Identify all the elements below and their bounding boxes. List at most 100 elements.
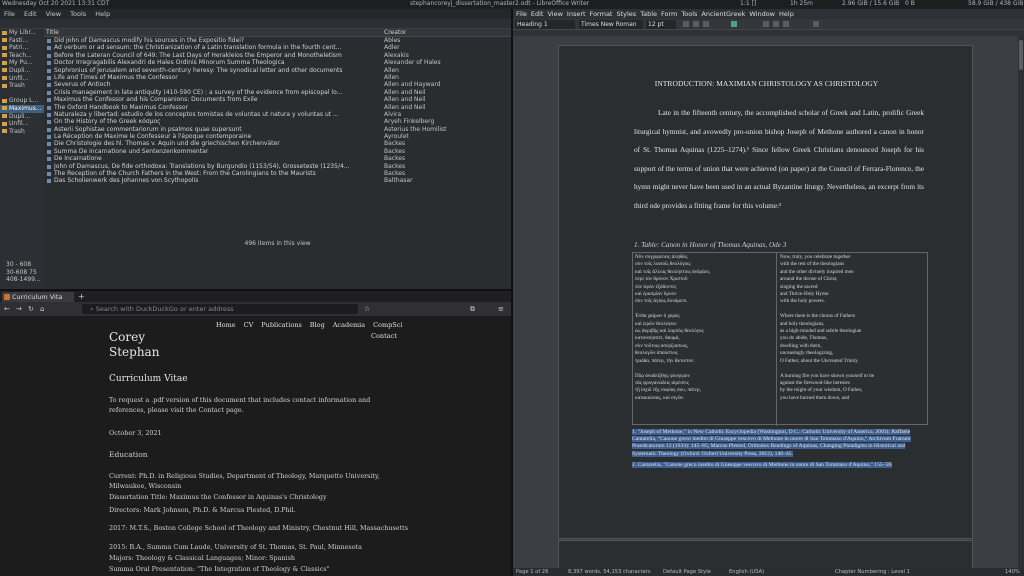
- item-row[interactable]: John of Damascus, De fide orthodoxa: Tra…: [44, 163, 511, 170]
- item-row[interactable]: Asterii Sophistae commentariorum in psal…: [44, 126, 511, 133]
- vertical-scrollbar[interactable]: [1018, 36, 1024, 568]
- align-left-icon[interactable]: [763, 21, 769, 27]
- nav-publications[interactable]: Publications: [261, 321, 302, 329]
- item-row[interactable]: Before the Lateran Council of 649: The L…: [44, 52, 511, 59]
- nav-cv[interactable]: CV: [244, 321, 254, 329]
- back-icon[interactable]: ←: [4, 304, 10, 314]
- uptime: 1h 25m: [790, 0, 814, 7]
- styles-icon[interactable]: [731, 21, 737, 27]
- menu-icon[interactable]: ≡: [498, 304, 504, 314]
- home-icon[interactable]: ⌂: [40, 304, 44, 314]
- menu-insert[interactable]: Insert: [567, 10, 586, 18]
- menu-view[interactable]: View: [547, 10, 562, 18]
- ruler[interactable]: [513, 30, 1024, 36]
- folder-icon: [2, 60, 7, 65]
- item-row[interactable]: La Réception de Maxime le Confesseur à l…: [44, 133, 511, 140]
- url-bar[interactable]: ⌕ Search with DuckDuckGo or enter addres…: [82, 304, 358, 314]
- language[interactable]: English (USA): [729, 568, 764, 576]
- tab-curriculum-vitae[interactable]: Curriculum Vita: [2, 292, 74, 302]
- underline-icon[interactable]: [703, 21, 709, 27]
- menu-tools[interactable]: Tools: [70, 10, 86, 18]
- collection-item[interactable]: Trash: [0, 128, 44, 136]
- canon-table[interactable]: Νῦν συγχορεύεις ἀληθῶς σὺν τοῖς λοιποῖς …: [632, 252, 928, 426]
- item-row[interactable]: Crisis management in late antiquity (410…: [44, 89, 511, 96]
- menu-form[interactable]: Form: [661, 10, 677, 18]
- column-creator-header[interactable]: Creator: [384, 29, 406, 37]
- menu-help[interactable]: Help: [95, 10, 110, 18]
- item-row[interactable]: Die Christologie des hl. Thomas v. Aquin…: [44, 140, 511, 147]
- align-right-icon[interactable]: [783, 21, 789, 27]
- collection-item[interactable]: Trash: [0, 82, 44, 90]
- collection-label: Trash: [9, 82, 25, 90]
- font-name-select[interactable]: Times New Roman: [579, 20, 643, 29]
- align-center-icon[interactable]: [773, 21, 779, 27]
- menu-edit[interactable]: Edit: [24, 10, 37, 18]
- collection-item[interactable]: Fasti...: [0, 37, 44, 45]
- menu-table[interactable]: Table: [640, 10, 657, 18]
- list-icon[interactable]: [813, 21, 819, 27]
- menu-styles[interactable]: Styles: [616, 10, 636, 18]
- nav-home[interactable]: Home: [216, 321, 236, 329]
- menu-ancientgreek[interactable]: AncientGreek: [701, 10, 745, 18]
- item-row[interactable]: Summa De incarnatione und Sentenzenkomme…: [44, 148, 511, 155]
- item-type-icon: [47, 98, 51, 103]
- item-row[interactable]: Naturaleza y libertad: estudio de los co…: [44, 111, 511, 118]
- collection-item[interactable]: Teach...: [0, 52, 44, 60]
- collection-item[interactable]: Patri...: [0, 44, 44, 52]
- forward-icon[interactable]: →: [16, 304, 22, 314]
- document-page[interactable]: INTRODUCTION: MAXIMIAN CHRISTOLOGY AS CH…: [558, 45, 973, 539]
- menu-view[interactable]: View: [46, 10, 61, 18]
- collection-item[interactable]: My Libr...: [0, 29, 44, 37]
- collection-item[interactable]: My Pu...: [0, 59, 44, 67]
- italic-icon[interactable]: [693, 21, 699, 27]
- item-row[interactable]: Sophronius of Jerusalem and seventh-cent…: [44, 67, 511, 74]
- browser-window: Curriculum Vita + ← → ↻ ⌂ ⌕ Search with …: [0, 291, 511, 576]
- scrollbar-thumb[interactable]: [1019, 40, 1023, 70]
- item-title: Ad verbum or ad sensum: the Christianiza…: [54, 44, 342, 52]
- body-paragraph[interactable]: Late in the fifteenth century, the accom…: [634, 104, 924, 216]
- nav-blog[interactable]: Blog: [310, 321, 325, 329]
- nav-contact[interactable]: Contact: [371, 332, 397, 340]
- paragraph-style-select[interactable]: Heading 1: [515, 20, 575, 29]
- menu-help[interactable]: Help: [779, 10, 794, 18]
- menu-file[interactable]: File: [516, 10, 527, 18]
- collection-item[interactable]: Unfil...: [0, 75, 44, 83]
- zotero-toolbar: [0, 19, 511, 29]
- font-size-select[interactable]: 12 pt: [646, 20, 676, 29]
- footnotes[interactable]: 1. "Joseph of Methone," in New Catholic …: [632, 429, 928, 473]
- folder-icon: [2, 30, 7, 35]
- column-title-header[interactable]: Title: [46, 29, 59, 37]
- collection-item[interactable]: Dupli...: [0, 67, 44, 75]
- collection-item[interactable]: [0, 90, 44, 98]
- reload-icon[interactable]: ↻: [28, 304, 34, 314]
- bookmark-icon[interactable]: ☆: [364, 304, 370, 314]
- collection-item[interactable]: Dupli...: [0, 113, 44, 121]
- item-row[interactable]: De Incarnatione Backes: [44, 155, 511, 162]
- collection-item[interactable]: Group L...: [0, 97, 44, 105]
- summa-presentation: Summa Oral Presentation: "The Integratio…: [109, 565, 330, 573]
- item-row[interactable]: Ad verbum or ad sensum: the Christianiza…: [44, 44, 511, 51]
- item-row[interactable]: Life and Times of Maximus the Confessor A…: [44, 74, 511, 81]
- site-title[interactable]: Corey Stephan: [109, 330, 159, 360]
- menu-format[interactable]: Format: [590, 10, 613, 18]
- new-tab-icon[interactable]: +: [78, 292, 85, 302]
- item-row[interactable]: The Oxford Handbook to Maximus Confessor…: [44, 104, 511, 111]
- collection-item[interactable]: Maximus...: [0, 104, 44, 113]
- item-row[interactable]: The Reception of the Church Fathers in t…: [44, 170, 511, 177]
- collection-item[interactable]: Unfil...: [0, 120, 44, 128]
- bold-icon[interactable]: [683, 21, 689, 27]
- menu-window[interactable]: Window: [749, 10, 775, 18]
- menu-tools[interactable]: Tools: [681, 10, 697, 18]
- item-row[interactable]: Doctor Irregragabilis Alexandri de Hales…: [44, 59, 511, 66]
- menu-file[interactable]: File: [4, 10, 15, 18]
- item-row[interactable]: On the History of the Greek κόσμος Aryeh …: [44, 118, 511, 125]
- extensions-icon[interactable]: ⧉: [470, 304, 475, 314]
- nav-compsci[interactable]: CompSci: [373, 321, 402, 329]
- item-row[interactable]: Maximus the Confessor and his Companions…: [44, 96, 511, 103]
- menu-edit[interactable]: Edit: [531, 10, 544, 18]
- item-row[interactable]: Das Scholienwerk des Johannes von Scytho…: [44, 177, 511, 184]
- item-row[interactable]: Severus of Antioch Allen and Hayward: [44, 81, 511, 88]
- nav-academia[interactable]: Academia: [333, 321, 365, 329]
- zoom-level[interactable]: 140%: [1005, 568, 1020, 576]
- item-row[interactable]: Did John of Damascus modify his sources …: [44, 37, 511, 44]
